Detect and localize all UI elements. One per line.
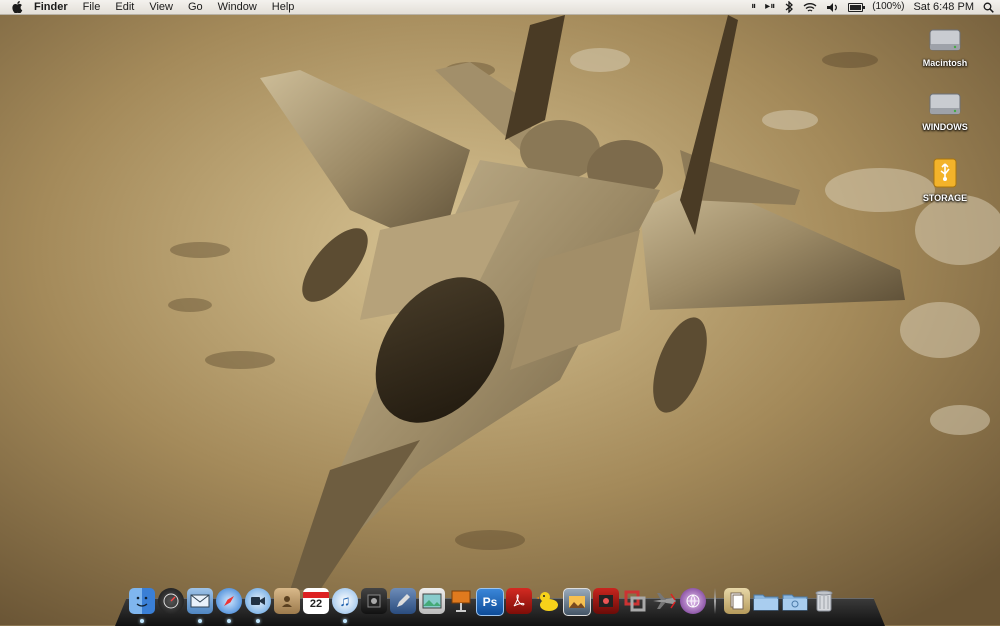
preview-icon — [563, 588, 591, 616]
folder-icon — [753, 588, 779, 614]
battery-percent[interactable]: (100%) — [872, 0, 904, 14]
dvd-icon — [361, 588, 387, 614]
photo-icon — [419, 588, 445, 614]
dock-item-dashboard[interactable] — [157, 588, 185, 618]
dock-item-keynote[interactable] — [447, 588, 475, 618]
dock-item-downloads-folder[interactable] — [781, 588, 809, 618]
dock-separator — [714, 588, 716, 614]
itunes-icon: ♫ — [332, 588, 358, 614]
dock-item-finder[interactable] — [128, 588, 156, 623]
desktop-icon-label: STORAGE — [922, 193, 968, 203]
pen-icon — [390, 588, 416, 614]
dashboard-icon — [158, 588, 184, 614]
menu-go[interactable]: Go — [188, 1, 203, 13]
dock-item-mail[interactable] — [186, 588, 214, 623]
menu-help[interactable]: Help — [272, 1, 295, 13]
ical-icon: 22 — [303, 588, 329, 614]
dock-item-address-book[interactable] — [273, 588, 301, 618]
trash-icon — [811, 588, 837, 614]
menu-extras: ⏸ ▸⏸ (100%) Sat 6:48 PM — [751, 0, 1000, 14]
desktop-icon-macintosh[interactable]: Macintosh — [910, 20, 980, 68]
photoshop-icon: Ps — [476, 588, 504, 616]
dock-item-ical[interactable]: 22 — [302, 588, 330, 618]
dock-item-parallels[interactable] — [621, 588, 649, 618]
dock-item-photoshop[interactable]: Ps — [476, 588, 504, 618]
finder-icon — [129, 588, 155, 614]
dock-item-cyberduck[interactable] — [534, 588, 562, 618]
desktop-wallpaper — [0, 0, 1000, 625]
dock-item-trash[interactable] — [810, 588, 838, 618]
apple-menu-icon[interactable] — [12, 1, 26, 13]
running-indicator — [227, 619, 231, 623]
desktop-icon-storage[interactable]: STORAGE — [910, 155, 980, 203]
dock-item-ichat[interactable] — [244, 588, 272, 623]
dock-item-applications-folder[interactable] — [752, 588, 780, 618]
dock-item-eclipse[interactable] — [679, 588, 707, 618]
parallels-icon — [622, 588, 648, 614]
globe-icon — [680, 588, 706, 614]
dock-item-x-plane[interactable] — [650, 588, 678, 618]
mail-icon — [187, 588, 213, 614]
dock-item-safari[interactable] — [215, 588, 243, 623]
running-indicator — [343, 619, 347, 623]
folder-icon — [782, 588, 808, 614]
desktop-icon-windows[interactable]: WINDOWS — [910, 84, 980, 132]
duck-icon — [535, 588, 561, 614]
menu-view[interactable]: View — [149, 1, 173, 13]
menu-bar: Finder File Edit View Go Window Help ⏸ ▸… — [0, 0, 1000, 15]
menu-app-finder[interactable]: Finder — [34, 1, 68, 13]
play-pause-icon[interactable]: ▸⏸ — [765, 0, 775, 14]
airplane-icon — [651, 588, 677, 614]
clock[interactable]: Sat 6:48 PM — [913, 0, 974, 14]
menu-edit[interactable]: Edit — [115, 1, 134, 13]
safari-icon — [216, 588, 242, 614]
dock-item-acrobat[interactable] — [505, 588, 533, 618]
ical-date: 22 — [309, 598, 323, 610]
dock-item-script-editor[interactable] — [389, 588, 417, 618]
hard-drive-icon — [927, 84, 963, 120]
documents-stack-icon — [724, 588, 750, 614]
hard-drive-icon — [927, 20, 963, 56]
pause-icon[interactable]: ⏸ — [751, 0, 756, 14]
dock-item-photo-booth[interactable] — [592, 588, 620, 618]
dock-item-documents-stack[interactable] — [723, 588, 751, 618]
spotlight-icon[interactable] — [983, 2, 994, 13]
desktop-icon-label: WINDOWS — [922, 122, 968, 132]
menu-window[interactable]: Window — [218, 1, 257, 13]
battery-icon[interactable] — [848, 2, 866, 12]
menu-file[interactable]: File — [83, 1, 101, 13]
wifi-icon[interactable] — [803, 2, 817, 13]
photo-booth-icon — [593, 588, 619, 614]
running-indicator — [198, 619, 202, 623]
address-book-icon — [274, 588, 300, 614]
running-indicator — [256, 619, 260, 623]
volume-icon[interactable] — [826, 2, 839, 13]
presentation-icon — [448, 588, 474, 614]
desktop-icon-label: Macintosh — [922, 58, 968, 68]
dock-item-dvd-player[interactable] — [360, 588, 388, 618]
dock-item-preview[interactable] — [563, 588, 591, 618]
usb-drive-icon — [927, 155, 963, 191]
running-indicator — [140, 619, 144, 623]
photoshop-label: Ps — [482, 595, 498, 609]
ichat-icon — [245, 588, 271, 614]
acrobat-icon — [506, 588, 532, 614]
dock: 22 ♫ Ps — [128, 584, 838, 623]
bluetooth-icon[interactable] — [784, 1, 794, 13]
dock-item-itunes[interactable]: ♫ — [331, 588, 359, 623]
dock-item-iphoto[interactable] — [418, 588, 446, 618]
